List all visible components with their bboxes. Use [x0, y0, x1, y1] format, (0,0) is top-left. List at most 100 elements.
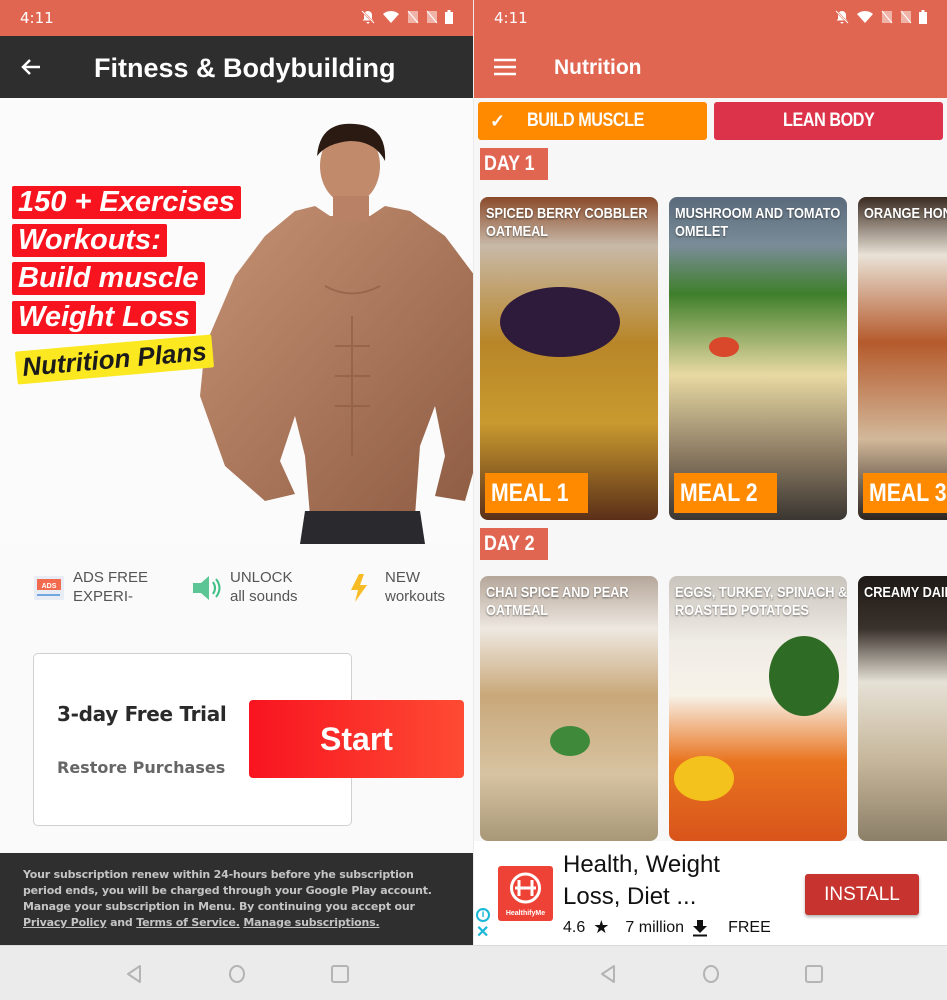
- left-screen-fitness: 4:11 Fitness & Bodybuilding 150 + Exerci…: [0, 0, 473, 1000]
- no-sim-icon: [426, 10, 438, 24]
- feature-line1: ADS FREE: [73, 569, 149, 586]
- ad-rating: 4.6: [563, 918, 586, 936]
- do-not-disturb-icon: [835, 10, 849, 24]
- back-arrow-icon[interactable]: [16, 52, 46, 82]
- no-sim-icon: [881, 10, 893, 24]
- nav-recents-icon[interactable]: [329, 963, 351, 985]
- feature-line2: EXPERI-: [73, 588, 134, 605]
- ad-brand: HealthifyMe: [505, 910, 546, 917]
- meal-title: Orange Honey Chicken: [864, 205, 947, 222]
- wifi-icon: [857, 10, 873, 23]
- food-image: [550, 726, 590, 756]
- food-image: [674, 756, 734, 801]
- nav-back-icon[interactable]: [597, 963, 619, 985]
- restore-purchases-link[interactable]: Restore Purchases: [57, 758, 225, 777]
- meal-card[interactable]: Spiced Berry Cobbler Oatmeal MEAL 1: [480, 197, 658, 520]
- wifi-icon: [383, 10, 399, 23]
- food-image: [709, 337, 739, 357]
- tab-label: BUILD MUSCLE: [526, 110, 644, 131]
- hamburger-menu-icon[interactable]: [490, 52, 520, 82]
- meal-badge: MEAL 2: [674, 473, 778, 513]
- right-screen-nutrition: 4:11 Nutrition ✓ BUILD MUSCLE LEAN BODY …: [474, 0, 947, 1000]
- meal-title: Mushroom and Tomato Omelet: [675, 205, 841, 240]
- ads-free-icon: ADS: [34, 576, 64, 600]
- nav-home-icon[interactable]: [226, 963, 248, 985]
- subscription-disclaimer: Your subscription renew within 24-hours …: [0, 853, 473, 945]
- ad-close-icon[interactable]: ✕: [476, 925, 489, 941]
- hero-tagline: Workouts:: [12, 224, 167, 257]
- page-title: Fitness & Bodybuilding: [94, 53, 396, 83]
- ad-title[interactable]: Health, Weight Loss, Diet ...: [563, 849, 773, 913]
- hero-tagline: Build muscle: [12, 262, 205, 295]
- hero-highlight-nutrition: Nutrition Plans: [14, 334, 214, 385]
- disclaimer-text: Your subscription renew within 24-hours …: [23, 868, 432, 913]
- meal-badge: MEAL 3: [863, 473, 947, 513]
- hero-banner: 150 + Exercises Workouts: Build muscle W…: [0, 98, 473, 544]
- status-bar: 4:11: [474, 0, 947, 36]
- day-label: DAY 1: [480, 148, 548, 180]
- nav-home-icon[interactable]: [700, 963, 722, 985]
- status-time: 4:11: [494, 9, 528, 27]
- star-icon: ★: [593, 917, 610, 937]
- ad-price: FREE: [728, 918, 771, 936]
- page-title: Nutrition: [554, 56, 642, 79]
- svg-text:ADS: ADS: [42, 583, 57, 590]
- feature-ads-free: ADS ADS FREE EXPERI-: [33, 568, 148, 606]
- tab-lean-body[interactable]: LEAN BODY: [714, 102, 943, 140]
- check-icon: ✓: [490, 110, 505, 131]
- feature-new-workouts: NEW workouts: [345, 568, 445, 606]
- meal-card[interactable]: Orange Honey Chicken MEAL 3: [858, 197, 947, 520]
- battery-icon: [919, 10, 927, 24]
- app-bar: Nutrition: [474, 36, 947, 98]
- status-bar: 4:11: [0, 0, 473, 36]
- status-time: 4:11: [20, 9, 54, 27]
- fitness-model-image: [200, 123, 473, 544]
- hero-tagline: 150 + Exercises: [12, 186, 241, 219]
- tab-label: LEAN BODY: [782, 110, 875, 131]
- system-nav-bar: [0, 945, 473, 1000]
- feature-line2: workouts: [385, 588, 446, 605]
- status-icons: [361, 10, 453, 24]
- healthifyme-logo: HealthifyMe: [498, 866, 553, 921]
- ad-banner[interactable]: HealthifyMe Health, Weight Loss, Diet ..…: [474, 841, 947, 945]
- terms-of-service-link[interactable]: Terms of Service.: [136, 916, 240, 929]
- meal-title: Spiced Berry Cobbler Oatmeal: [486, 205, 648, 240]
- lightning-icon: [351, 574, 367, 602]
- food-image: [769, 636, 839, 716]
- meal-card[interactable]: Chai Spice and Pear Oatmeal: [480, 576, 658, 841]
- ad-info-icon[interactable]: i: [476, 908, 490, 922]
- hero-tagline: Weight Loss: [12, 301, 196, 334]
- ad-downloads: 7 million: [625, 918, 685, 936]
- do-not-disturb-icon: [361, 10, 375, 24]
- battery-icon: [445, 10, 453, 24]
- app-bar: Fitness & Bodybuilding: [0, 36, 473, 98]
- manage-subscriptions-link[interactable]: Manage subscriptions.: [243, 916, 379, 929]
- meal-title: Eggs, Turkey, Spinach & Roasted Potatoes: [675, 584, 847, 619]
- nav-back-icon[interactable]: [123, 963, 145, 985]
- food-image: [500, 287, 620, 357]
- disclaimer-and: and: [106, 916, 137, 929]
- speaker-icon: [193, 576, 221, 600]
- feature-line1: UNLOCK: [230, 569, 293, 586]
- premium-features: ADS ADS FREE EXPERI- UNLOCK all sounds NEW…: [0, 560, 473, 610]
- system-nav-bar: [474, 945, 947, 1000]
- no-sim-icon: [407, 10, 419, 24]
- download-icon: [693, 919, 708, 936]
- meal-badge: MEAL 1: [485, 473, 589, 513]
- ad-meta: 4.6 ★ 7 million FREE: [563, 917, 771, 938]
- feature-line2: all sounds: [230, 588, 298, 605]
- install-button[interactable]: INSTALL: [805, 874, 919, 915]
- feature-unlock-sounds: UNLOCK all sounds: [190, 568, 298, 606]
- meal-title: Creamy Dairy Pasta: [864, 584, 947, 601]
- meal-title: Chai Spice and Pear Oatmeal: [486, 584, 629, 619]
- start-trial-button[interactable]: Start: [249, 700, 464, 778]
- trial-title: 3-day Free Trial: [57, 702, 227, 726]
- meal-card[interactable]: Creamy Dairy Pasta: [858, 576, 947, 841]
- meal-card[interactable]: Eggs, Turkey, Spinach & Roasted Potatoes: [669, 576, 847, 841]
- meal-card[interactable]: Mushroom and Tomato Omelet MEAL 2: [669, 197, 847, 520]
- privacy-policy-link[interactable]: Privacy Policy: [23, 916, 107, 929]
- day-label: DAY 2: [480, 528, 548, 560]
- no-sim-icon: [900, 10, 912, 24]
- tab-build-muscle[interactable]: ✓ BUILD MUSCLE: [478, 102, 707, 140]
- nav-recents-icon[interactable]: [803, 963, 825, 985]
